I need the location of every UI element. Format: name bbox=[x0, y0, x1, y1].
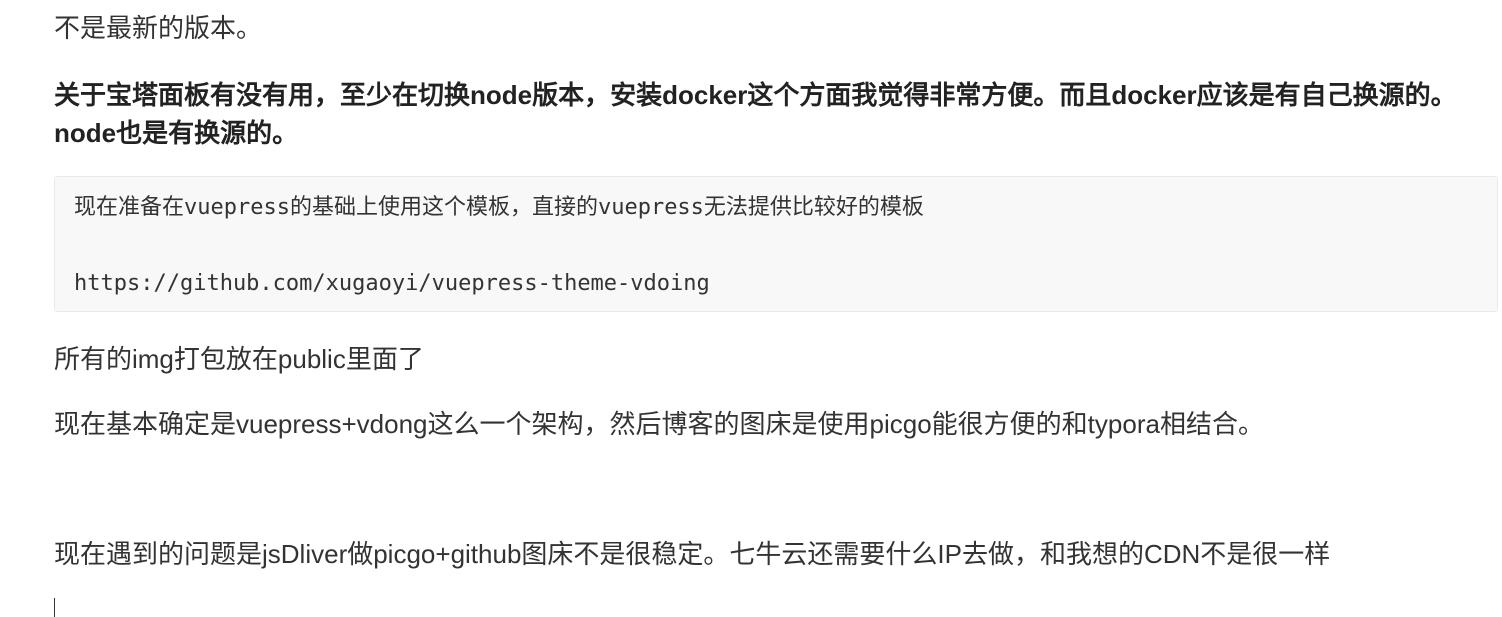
code-line-2-url: https://github.com/xugaoyi/vuepress-them… bbox=[74, 271, 710, 296]
paragraph-bold-baota: 关于宝塔面板有没有用，至少在切换node版本，安装docker这个方面我觉得非常… bbox=[54, 80, 1457, 148]
paragraph-img-public: 所有的img打包放在public里面了 bbox=[54, 344, 424, 374]
paragraph-problem: 现在遇到的问题是jsDliver做picgo+github图床不是很稳定。七牛云… bbox=[54, 539, 1331, 569]
document-editor[interactable]: 不是最新的版本。 关于宝塔面板有没有用，至少在切换node版本，安装docker… bbox=[54, 0, 1500, 617]
code-block[interactable]: 现在准备在vuepress的基础上使用这个模板，直接的vuepress无法提供比… bbox=[54, 176, 1498, 312]
code-line-1: 现在准备在vuepress的基础上使用这个模板，直接的vuepress无法提供比… bbox=[74, 195, 924, 220]
text-cursor bbox=[54, 598, 55, 617]
paragraph-architecture: 现在基本确定是vuepress+vdong这么一个架构，然后博客的图床是使用pi… bbox=[54, 409, 1264, 439]
paragraph-version-note: 不是最新的版本。 bbox=[54, 13, 263, 43]
